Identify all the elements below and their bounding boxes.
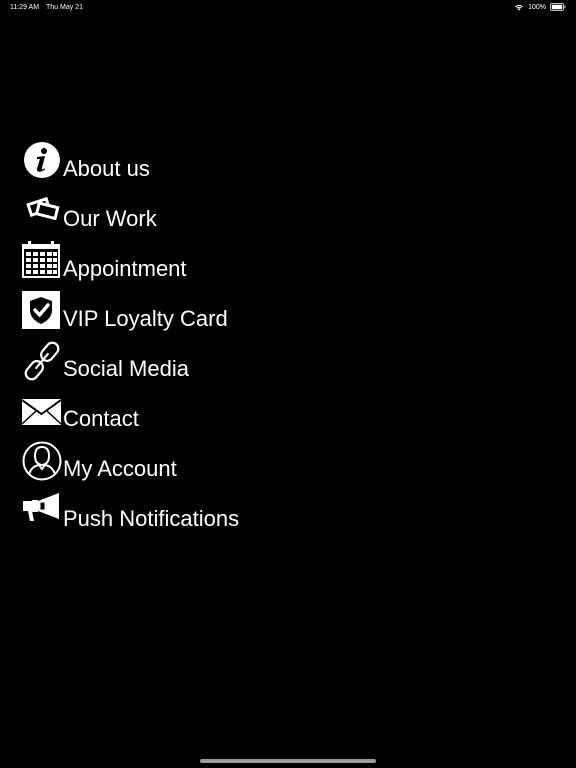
menu-item-vip-loyalty-card[interactable]: VIP Loyalty Card: [22, 288, 422, 338]
menu-item-push-notifications[interactable]: Push Notifications: [22, 488, 422, 538]
home-indicator[interactable]: [200, 759, 376, 763]
calendar-icon: [22, 241, 62, 281]
menu-item-label: Our Work: [63, 206, 157, 231]
battery-percentage: 100%: [528, 3, 546, 11]
status-bar: 11:29 AM Thu May 21 100%: [0, 0, 576, 16]
menu-item-label: My Account: [63, 456, 177, 481]
shield-check-icon: [22, 291, 62, 331]
main-menu: About us Our Work Appointment VIP Loyalt…: [22, 138, 422, 538]
photos-icon: [22, 191, 62, 231]
menu-item-label: Push Notifications: [63, 506, 240, 531]
menu-item-my-account[interactable]: My Account: [22, 438, 422, 488]
menu-item-social-media[interactable]: Social Media: [22, 338, 422, 388]
link-icon: [22, 341, 62, 381]
wifi-icon: [514, 3, 524, 11]
menu-item-our-work[interactable]: Our Work: [22, 188, 422, 238]
app-screen: 11:29 AM Thu May 21 100% About us Our Wo…: [0, 0, 576, 768]
status-date: Thu May 21: [46, 4, 83, 11]
menu-item-contact[interactable]: Contact: [22, 388, 422, 438]
envelope-icon: [22, 391, 62, 431]
menu-item-label: Appointment: [63, 256, 187, 281]
menu-item-appointment[interactable]: Appointment: [22, 238, 422, 288]
info-icon: [22, 141, 62, 181]
status-indicators: 100%: [514, 3, 566, 11]
menu-item-label: Contact: [63, 406, 139, 431]
menu-item-about-us[interactable]: About us: [22, 138, 422, 188]
battery-icon: [550, 3, 566, 11]
menu-item-label: Social Media: [63, 356, 189, 381]
megaphone-icon: [22, 491, 62, 531]
menu-item-label: About us: [63, 156, 150, 181]
menu-item-label: VIP Loyalty Card: [63, 306, 228, 331]
status-time: 11:29 AM: [10, 4, 40, 11]
user-icon: [22, 441, 62, 481]
